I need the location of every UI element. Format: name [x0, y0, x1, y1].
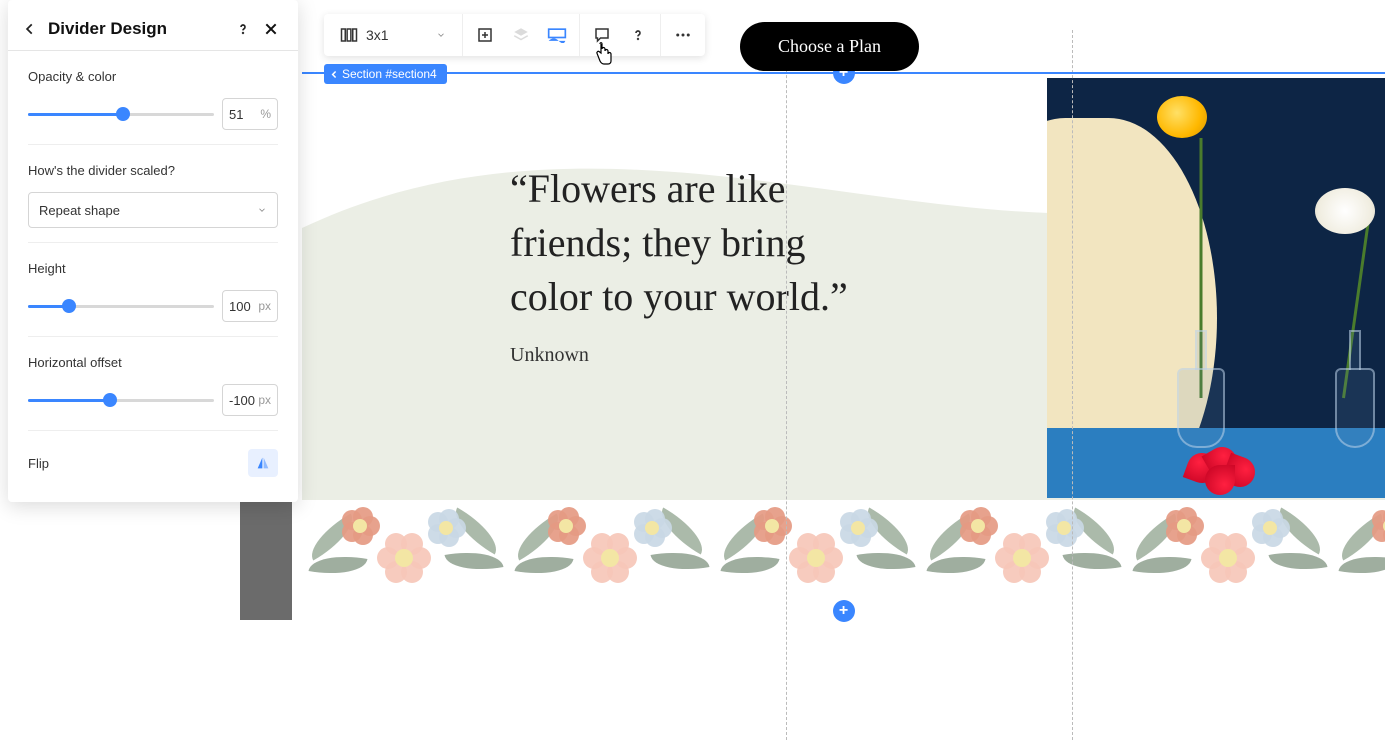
scale-label: How's the divider scaled? [28, 163, 278, 178]
editor-canvas: 3x1 [302, 0, 1385, 620]
column-divider [786, 30, 787, 740]
flip-label: Flip [28, 456, 49, 471]
height-label: Height [28, 261, 278, 276]
chevron-down-icon [436, 30, 446, 40]
back-icon[interactable] [20, 19, 40, 39]
chevron-left-icon [330, 70, 339, 79]
quote-text: “Flowers are like friends; they bring co… [510, 162, 870, 324]
flowers-photo[interactable] [1047, 78, 1385, 498]
layers-icon[interactable] [503, 17, 539, 53]
divider-design-panel: Divider Design Opacity & color 51 % [8, 0, 298, 502]
section-content[interactable]: “Flowers are like friends; they bring co… [302, 78, 1385, 500]
flip-horizontal-button[interactable] [248, 449, 278, 477]
divider-icon[interactable] [539, 17, 575, 53]
section-tag[interactable]: Section #section4 [324, 64, 447, 84]
help-icon[interactable] [232, 18, 254, 40]
opacity-input[interactable]: 51 % [222, 98, 278, 130]
add-section-bottom-button[interactable]: + [833, 600, 855, 622]
more-icon[interactable] [665, 17, 701, 53]
layout-selector[interactable]: 3x1 [328, 14, 458, 56]
opacity-slider[interactable] [28, 105, 214, 123]
columns-icon [340, 27, 358, 43]
quote-author: Unknown [510, 342, 870, 369]
stretch-icon[interactable] [467, 17, 503, 53]
offset-input[interactable]: -100 px [222, 384, 278, 416]
height-slider[interactable] [28, 297, 214, 315]
quote-block[interactable]: “Flowers are like friends; they bring co… [510, 162, 870, 369]
toolbar-help-icon[interactable] [620, 17, 656, 53]
column-divider [1072, 30, 1073, 740]
close-icon[interactable] [260, 18, 282, 40]
height-input[interactable]: 100 px [222, 290, 278, 322]
section-toolbar: 3x1 [324, 14, 705, 56]
offset-slider[interactable] [28, 391, 214, 409]
opacity-color-label: Opacity & color [28, 69, 278, 84]
comment-icon[interactable] [584, 17, 620, 53]
offset-label: Horizontal offset [28, 355, 278, 370]
panel-title: Divider Design [48, 19, 232, 39]
choose-plan-button[interactable]: Choose a Plan [740, 22, 919, 71]
scale-select[interactable]: Repeat shape [28, 192, 278, 228]
